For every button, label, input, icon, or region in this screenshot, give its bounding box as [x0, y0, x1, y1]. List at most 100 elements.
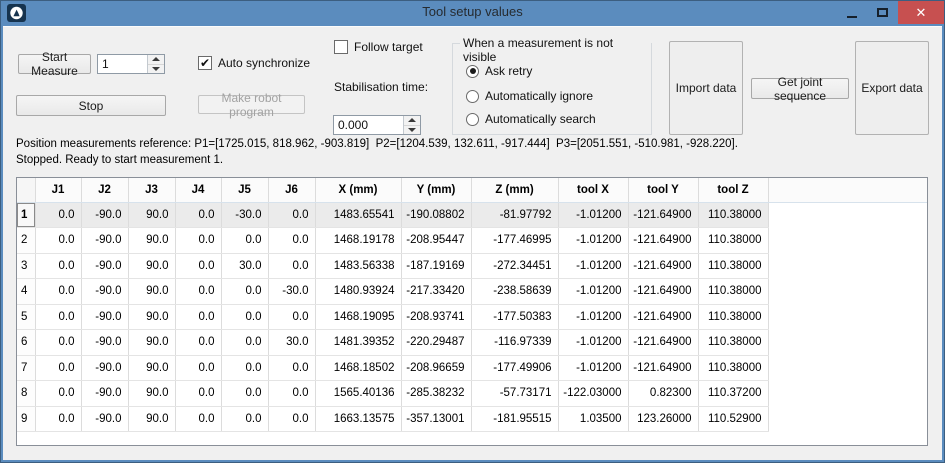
table-cell[interactable]: -208.93741	[401, 304, 471, 330]
import-data-button[interactable]: Import data	[669, 41, 743, 135]
table-cell[interactable]: 0.0	[175, 253, 221, 279]
table-cell[interactable]: -208.95447	[401, 228, 471, 254]
column-header-j5[interactable]: J5	[221, 178, 268, 202]
table-cell[interactable]: 0.0	[175, 304, 221, 330]
row-number-cell[interactable]: 3	[17, 253, 35, 279]
table-cell[interactable]: -238.58639	[471, 279, 558, 305]
table-cell[interactable]: 0.0	[35, 202, 81, 228]
table-cell[interactable]: 0.0	[35, 304, 81, 330]
table-cell[interactable]: 0.0	[175, 228, 221, 254]
table-cell[interactable]: 110.38000	[698, 330, 768, 356]
get-joint-sequence-button[interactable]: Get joint sequence	[751, 78, 849, 99]
minimize-button[interactable]	[836, 1, 867, 24]
maximize-button[interactable]	[867, 1, 898, 24]
row-number-cell[interactable]: 4	[17, 279, 35, 305]
table-cell[interactable]: -1.01200	[558, 228, 628, 254]
table-cell[interactable]: 0.0	[175, 202, 221, 228]
table-row[interactable]: 50.0-90.090.00.00.00.01468.19095-208.937…	[17, 304, 927, 330]
table-row[interactable]: 90.0-90.090.00.00.00.01663.13575-357.130…	[17, 406, 927, 432]
spin-down-button[interactable]	[404, 126, 420, 135]
column-header-z-mm[interactable]: Z (mm)	[471, 178, 558, 202]
table-cell[interactable]: 0.0	[175, 406, 221, 432]
make-robot-program-button[interactable]: Make robot program	[198, 95, 305, 114]
spin-up-button[interactable]	[148, 55, 164, 65]
table-cell[interactable]: -122.03000	[558, 381, 628, 407]
table-cell[interactable]: 110.37200	[698, 381, 768, 407]
column-header-j4[interactable]: J4	[175, 178, 221, 202]
table-cell[interactable]: 90.0	[128, 330, 175, 356]
table-cell[interactable]: -1.01200	[558, 330, 628, 356]
row-number-cell[interactable]: 6	[17, 330, 35, 356]
table-cell[interactable]: -177.46995	[471, 228, 558, 254]
column-header-j2[interactable]: J2	[81, 178, 128, 202]
table-row[interactable]: 60.0-90.090.00.00.030.01481.39352-220.29…	[17, 330, 927, 356]
row-number-cell[interactable]: 1	[17, 202, 35, 228]
table-cell[interactable]: 110.52900	[698, 406, 768, 432]
column-header-tool-z[interactable]: tool Z	[698, 178, 768, 202]
table-cell[interactable]: -81.97792	[471, 202, 558, 228]
table-cell[interactable]: -121.64900	[628, 330, 698, 356]
row-number-cell[interactable]: 7	[17, 355, 35, 381]
table-cell[interactable]: -187.19169	[401, 253, 471, 279]
table-cell[interactable]: -190.08802	[401, 202, 471, 228]
table-cell[interactable]: 0.0	[268, 406, 315, 432]
table-cell[interactable]: -90.0	[81, 406, 128, 432]
table-cell[interactable]: -121.64900	[628, 279, 698, 305]
stabilisation-time-value[interactable]: 0.000	[334, 116, 403, 134]
radio-ask-retry[interactable]: Ask retry	[466, 64, 532, 78]
auto-synchronize-checkbox[interactable]: ✔ Auto synchronize	[198, 56, 310, 70]
table-cell[interactable]: 0.0	[268, 228, 315, 254]
table-cell[interactable]: -121.64900	[628, 304, 698, 330]
table-cell[interactable]: -220.29487	[401, 330, 471, 356]
table-cell[interactable]: 0.0	[221, 355, 268, 381]
table-cell[interactable]: -121.64900	[628, 253, 698, 279]
table-cell[interactable]: 123.26000	[628, 406, 698, 432]
table-cell[interactable]: 0.0	[175, 355, 221, 381]
table-cell[interactable]: 1468.18502	[315, 355, 401, 381]
table-cell[interactable]: 1483.56338	[315, 253, 401, 279]
table-cell[interactable]: -30.0	[268, 279, 315, 305]
row-number-cell[interactable]: 9	[17, 406, 35, 432]
table-cell[interactable]: 0.0	[268, 355, 315, 381]
table-cell[interactable]: -217.33420	[401, 279, 471, 305]
table-cell[interactable]: 0.0	[35, 228, 81, 254]
table-cell[interactable]: -1.01200	[558, 253, 628, 279]
table-cell[interactable]: 110.38000	[698, 355, 768, 381]
column-header-x-mm[interactable]: X (mm)	[315, 178, 401, 202]
spin-up-button[interactable]	[404, 116, 420, 126]
table-cell[interactable]: 110.38000	[698, 279, 768, 305]
column-header-j6[interactable]: J6	[268, 178, 315, 202]
table-cell[interactable]: 0.0	[268, 253, 315, 279]
table-cell[interactable]: -90.0	[81, 253, 128, 279]
table-cell[interactable]: 1468.19178	[315, 228, 401, 254]
table-cell[interactable]: 0.0	[221, 406, 268, 432]
table-cell[interactable]: 90.0	[128, 355, 175, 381]
table-cell[interactable]: -357.13001	[401, 406, 471, 432]
table-cell[interactable]: -116.97339	[471, 330, 558, 356]
table-cell[interactable]: 110.38000	[698, 228, 768, 254]
table-cell[interactable]: 0.0	[221, 279, 268, 305]
table-row[interactable]: 10.0-90.090.00.0-30.00.01483.65541-190.0…	[17, 202, 927, 228]
table-cell[interactable]: 0.0	[35, 381, 81, 407]
column-header-tool-y[interactable]: tool Y	[628, 178, 698, 202]
table-row[interactable]: 40.0-90.090.00.00.0-30.01480.93924-217.3…	[17, 279, 927, 305]
table-cell[interactable]: 90.0	[128, 304, 175, 330]
close-button[interactable]: ✕	[898, 1, 944, 24]
table-cell[interactable]: 90.0	[128, 279, 175, 305]
table-cell[interactable]: -177.50383	[471, 304, 558, 330]
table-cell[interactable]: -90.0	[81, 355, 128, 381]
table-cell[interactable]: 1468.19095	[315, 304, 401, 330]
stabilisation-time-spinbox[interactable]: 0.000	[333, 115, 421, 135]
table-cell[interactable]: -272.34451	[471, 253, 558, 279]
table-cell[interactable]: -1.01200	[558, 355, 628, 381]
table-cell[interactable]: 1483.65541	[315, 202, 401, 228]
table-cell[interactable]: -90.0	[81, 304, 128, 330]
follow-target-checkbox[interactable]: Follow target	[334, 40, 423, 54]
table-cell[interactable]: -90.0	[81, 279, 128, 305]
table-cell[interactable]: 0.0	[221, 330, 268, 356]
spin-down-button[interactable]	[148, 65, 164, 74]
radio-automatically-ignore[interactable]: Automatically ignore	[466, 89, 593, 103]
row-number-cell[interactable]: 8	[17, 381, 35, 407]
table-row[interactable]: 70.0-90.090.00.00.00.01468.18502-208.966…	[17, 355, 927, 381]
table-cell[interactable]: 0.0	[175, 381, 221, 407]
